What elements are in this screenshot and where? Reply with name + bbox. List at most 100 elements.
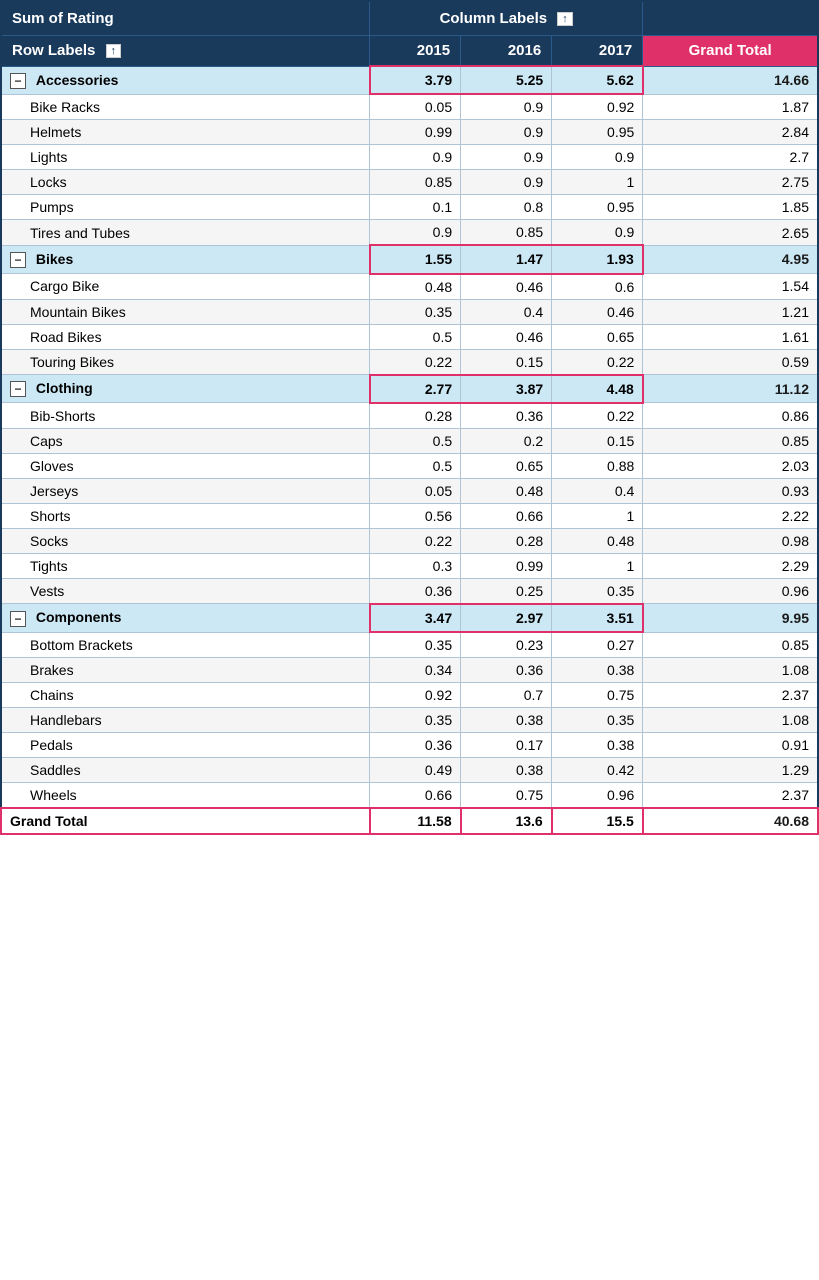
data-row: Bib-Shorts 0.28 0.36 0.22 0.86 <box>1 403 818 429</box>
item-label: Wheels <box>1 783 370 809</box>
item-2017: 1 <box>552 503 643 528</box>
category-grand-total: 4.95 <box>643 245 818 273</box>
category-grand-total: 14.66 <box>643 66 818 94</box>
data-row: Helmets 0.99 0.9 0.95 2.84 <box>1 120 818 145</box>
item-grand-total: 2.65 <box>643 220 818 246</box>
item-grand-total: 0.96 <box>643 578 818 604</box>
item-grand-total: 0.98 <box>643 528 818 553</box>
item-2017: 0.48 <box>552 528 643 553</box>
item-2015: 0.28 <box>370 403 461 429</box>
item-2016: 0.38 <box>461 758 552 783</box>
data-row: Handlebars 0.35 0.38 0.35 1.08 <box>1 708 818 733</box>
item-2017: 0.35 <box>552 578 643 604</box>
data-row: Jerseys 0.05 0.48 0.4 0.93 <box>1 478 818 503</box>
data-row: Locks 0.85 0.9 1 2.75 <box>1 170 818 195</box>
item-label: Road Bikes <box>1 324 370 349</box>
collapse-button[interactable]: − <box>10 381 26 397</box>
data-row: Socks 0.22 0.28 0.48 0.98 <box>1 528 818 553</box>
item-grand-total: 0.93 <box>643 478 818 503</box>
item-label: Socks <box>1 528 370 553</box>
item-2017: 0.38 <box>552 658 643 683</box>
collapse-button[interactable]: − <box>10 73 26 89</box>
item-grand-total: 2.03 <box>643 453 818 478</box>
data-row: Wheels 0.66 0.75 0.96 2.37 <box>1 783 818 809</box>
item-2016: 0.25 <box>461 578 552 604</box>
item-2017: 0.38 <box>552 733 643 758</box>
item-2016: 0.2 <box>461 428 552 453</box>
item-label: Tights <box>1 553 370 578</box>
item-2015: 0.9 <box>370 220 461 246</box>
item-grand-total: 1.87 <box>643 94 818 120</box>
data-row: Tights 0.3 0.99 1 2.29 <box>1 553 818 578</box>
column-sort-button[interactable]: ↑ <box>557 12 573 26</box>
item-label: Helmets <box>1 120 370 145</box>
item-2016: 0.4 <box>461 299 552 324</box>
item-grand-total: 0.91 <box>643 733 818 758</box>
item-label: Cargo Bike <box>1 274 370 300</box>
category-2015: 2.77 <box>370 375 461 403</box>
header-row-title: Sum of Rating Column Labels ↑ <box>1 1 818 36</box>
item-grand-total: 1.08 <box>643 658 818 683</box>
data-row: Vests 0.36 0.25 0.35 0.96 <box>1 578 818 604</box>
item-2016: 0.48 <box>461 478 552 503</box>
item-2016: 0.75 <box>461 783 552 809</box>
item-2017: 0.96 <box>552 783 643 809</box>
collapse-button[interactable]: − <box>10 611 26 627</box>
category-2015: 3.79 <box>370 66 461 94</box>
item-2016: 0.7 <box>461 683 552 708</box>
item-2016: 0.36 <box>461 658 552 683</box>
item-2015: 0.5 <box>370 453 461 478</box>
item-2017: 0.75 <box>552 683 643 708</box>
item-2015: 0.35 <box>370 299 461 324</box>
data-row: Cargo Bike 0.48 0.46 0.6 1.54 <box>1 274 818 300</box>
column-labels-header: Column Labels ↑ <box>370 1 643 36</box>
row-sort-button[interactable]: ↑ <box>106 44 122 58</box>
grand-total-2016: 13.6 <box>461 808 552 834</box>
data-row: Chains 0.92 0.7 0.75 2.37 <box>1 683 818 708</box>
item-label: Chains <box>1 683 370 708</box>
item-label: Bottom Brackets <box>1 632 370 658</box>
item-2016: 0.66 <box>461 503 552 528</box>
item-grand-total: 0.86 <box>643 403 818 429</box>
category-label: − Accessories <box>1 66 370 94</box>
item-grand-total: 1.29 <box>643 758 818 783</box>
item-2015: 0.22 <box>370 528 461 553</box>
collapse-button[interactable]: − <box>10 252 26 268</box>
item-2015: 0.5 <box>370 324 461 349</box>
category-2015: 3.47 <box>370 604 461 632</box>
item-2017: 0.9 <box>552 220 643 246</box>
category-2016: 2.97 <box>461 604 552 632</box>
item-2015: 0.48 <box>370 274 461 300</box>
item-2017: 0.22 <box>552 403 643 429</box>
row-labels-text: Row Labels <box>12 42 95 59</box>
item-grand-total: 2.75 <box>643 170 818 195</box>
item-2015: 0.66 <box>370 783 461 809</box>
item-2016: 0.8 <box>461 195 552 220</box>
data-row: Mountain Bikes 0.35 0.4 0.46 1.21 <box>1 299 818 324</box>
item-2015: 0.99 <box>370 120 461 145</box>
item-2016: 0.9 <box>461 94 552 120</box>
item-label: Bike Racks <box>1 94 370 120</box>
data-row: Tires and Tubes 0.9 0.85 0.9 2.65 <box>1 220 818 246</box>
item-grand-total: 2.22 <box>643 503 818 528</box>
item-2015: 0.49 <box>370 758 461 783</box>
row-labels-header: Row Labels ↑ <box>1 36 370 67</box>
item-2016: 0.46 <box>461 274 552 300</box>
sum-of-rating-header: Sum of Rating <box>1 1 370 36</box>
item-2016: 0.38 <box>461 708 552 733</box>
item-2015: 0.85 <box>370 170 461 195</box>
category-row: − Bikes 1.55 1.47 1.93 4.95 <box>1 245 818 273</box>
data-row: Pumps 0.1 0.8 0.95 1.85 <box>1 195 818 220</box>
data-row: Brakes 0.34 0.36 0.38 1.08 <box>1 658 818 683</box>
data-row: Lights 0.9 0.9 0.9 2.7 <box>1 145 818 170</box>
item-label: Tires and Tubes <box>1 220 370 246</box>
item-2015: 0.3 <box>370 553 461 578</box>
item-2015: 0.05 <box>370 478 461 503</box>
category-2016: 3.87 <box>461 375 552 403</box>
category-2016: 5.25 <box>461 66 552 94</box>
item-label: Gloves <box>1 453 370 478</box>
item-grand-total: 2.37 <box>643 683 818 708</box>
item-label: Lights <box>1 145 370 170</box>
item-2017: 0.92 <box>552 94 643 120</box>
item-label: Saddles <box>1 758 370 783</box>
